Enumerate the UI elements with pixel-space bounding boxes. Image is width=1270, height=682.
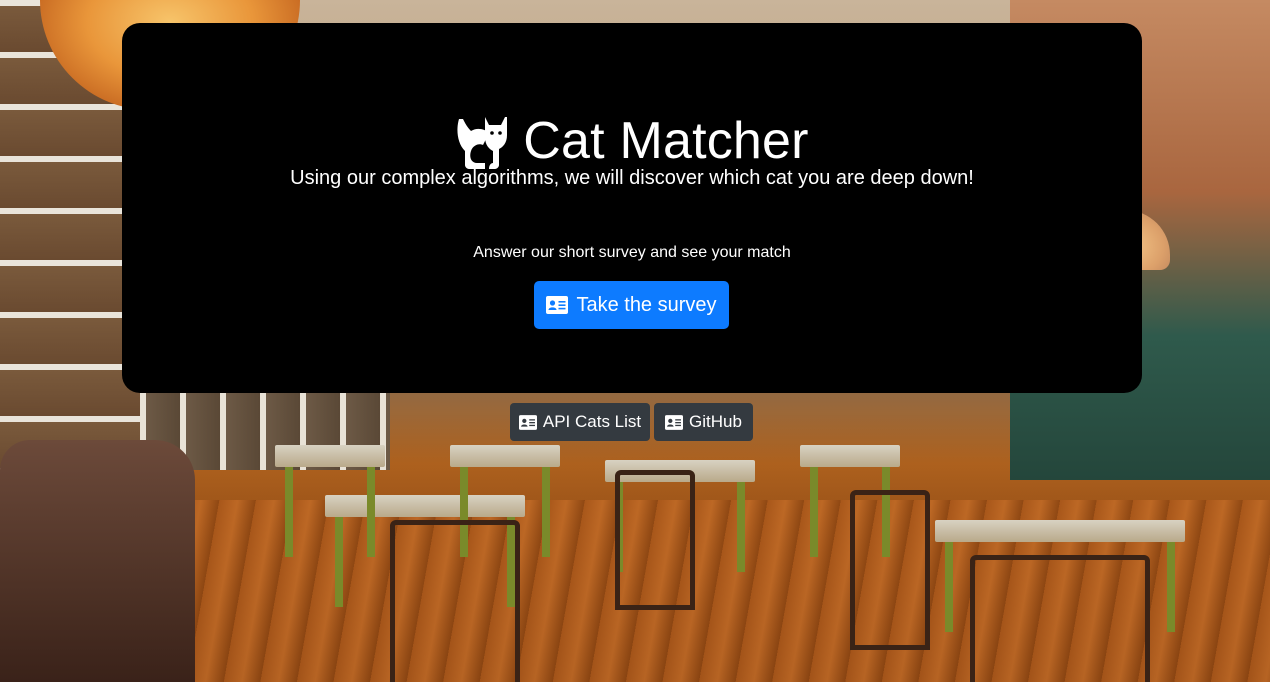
wooden-chair [615, 470, 695, 610]
page-title: Cat Matcher [523, 112, 809, 170]
lead-text: Using our complex algorithms, we will di… [290, 167, 974, 189]
github-label: GitHub [689, 412, 742, 431]
hero-panel: Cat Matcher Using our complex algorithms… [122, 23, 1142, 393]
survey-prompt: Answer our short survey and see your mat… [473, 244, 791, 261]
cafe-table [450, 445, 560, 557]
title-row: Cat Matcher [122, 111, 1142, 171]
id-card-icon [546, 296, 569, 314]
cafe-table [935, 520, 1185, 632]
take-survey-button[interactable]: Take the survey [534, 281, 729, 329]
id-card-icon [665, 414, 684, 430]
cafe-table [800, 445, 900, 557]
id-card-icon [518, 414, 537, 430]
api-cats-list-button[interactable]: API Cats List [510, 403, 650, 441]
leather-armchair [0, 440, 195, 682]
wooden-chair [390, 520, 520, 682]
take-survey-label: Take the survey [576, 293, 717, 316]
wooden-chair [970, 555, 1150, 682]
cafe-table [275, 445, 385, 557]
api-cats-list-label: API Cats List [542, 412, 642, 431]
github-button[interactable]: GitHub [654, 403, 753, 441]
cat-icon [457, 117, 508, 169]
wooden-chair [850, 490, 930, 650]
